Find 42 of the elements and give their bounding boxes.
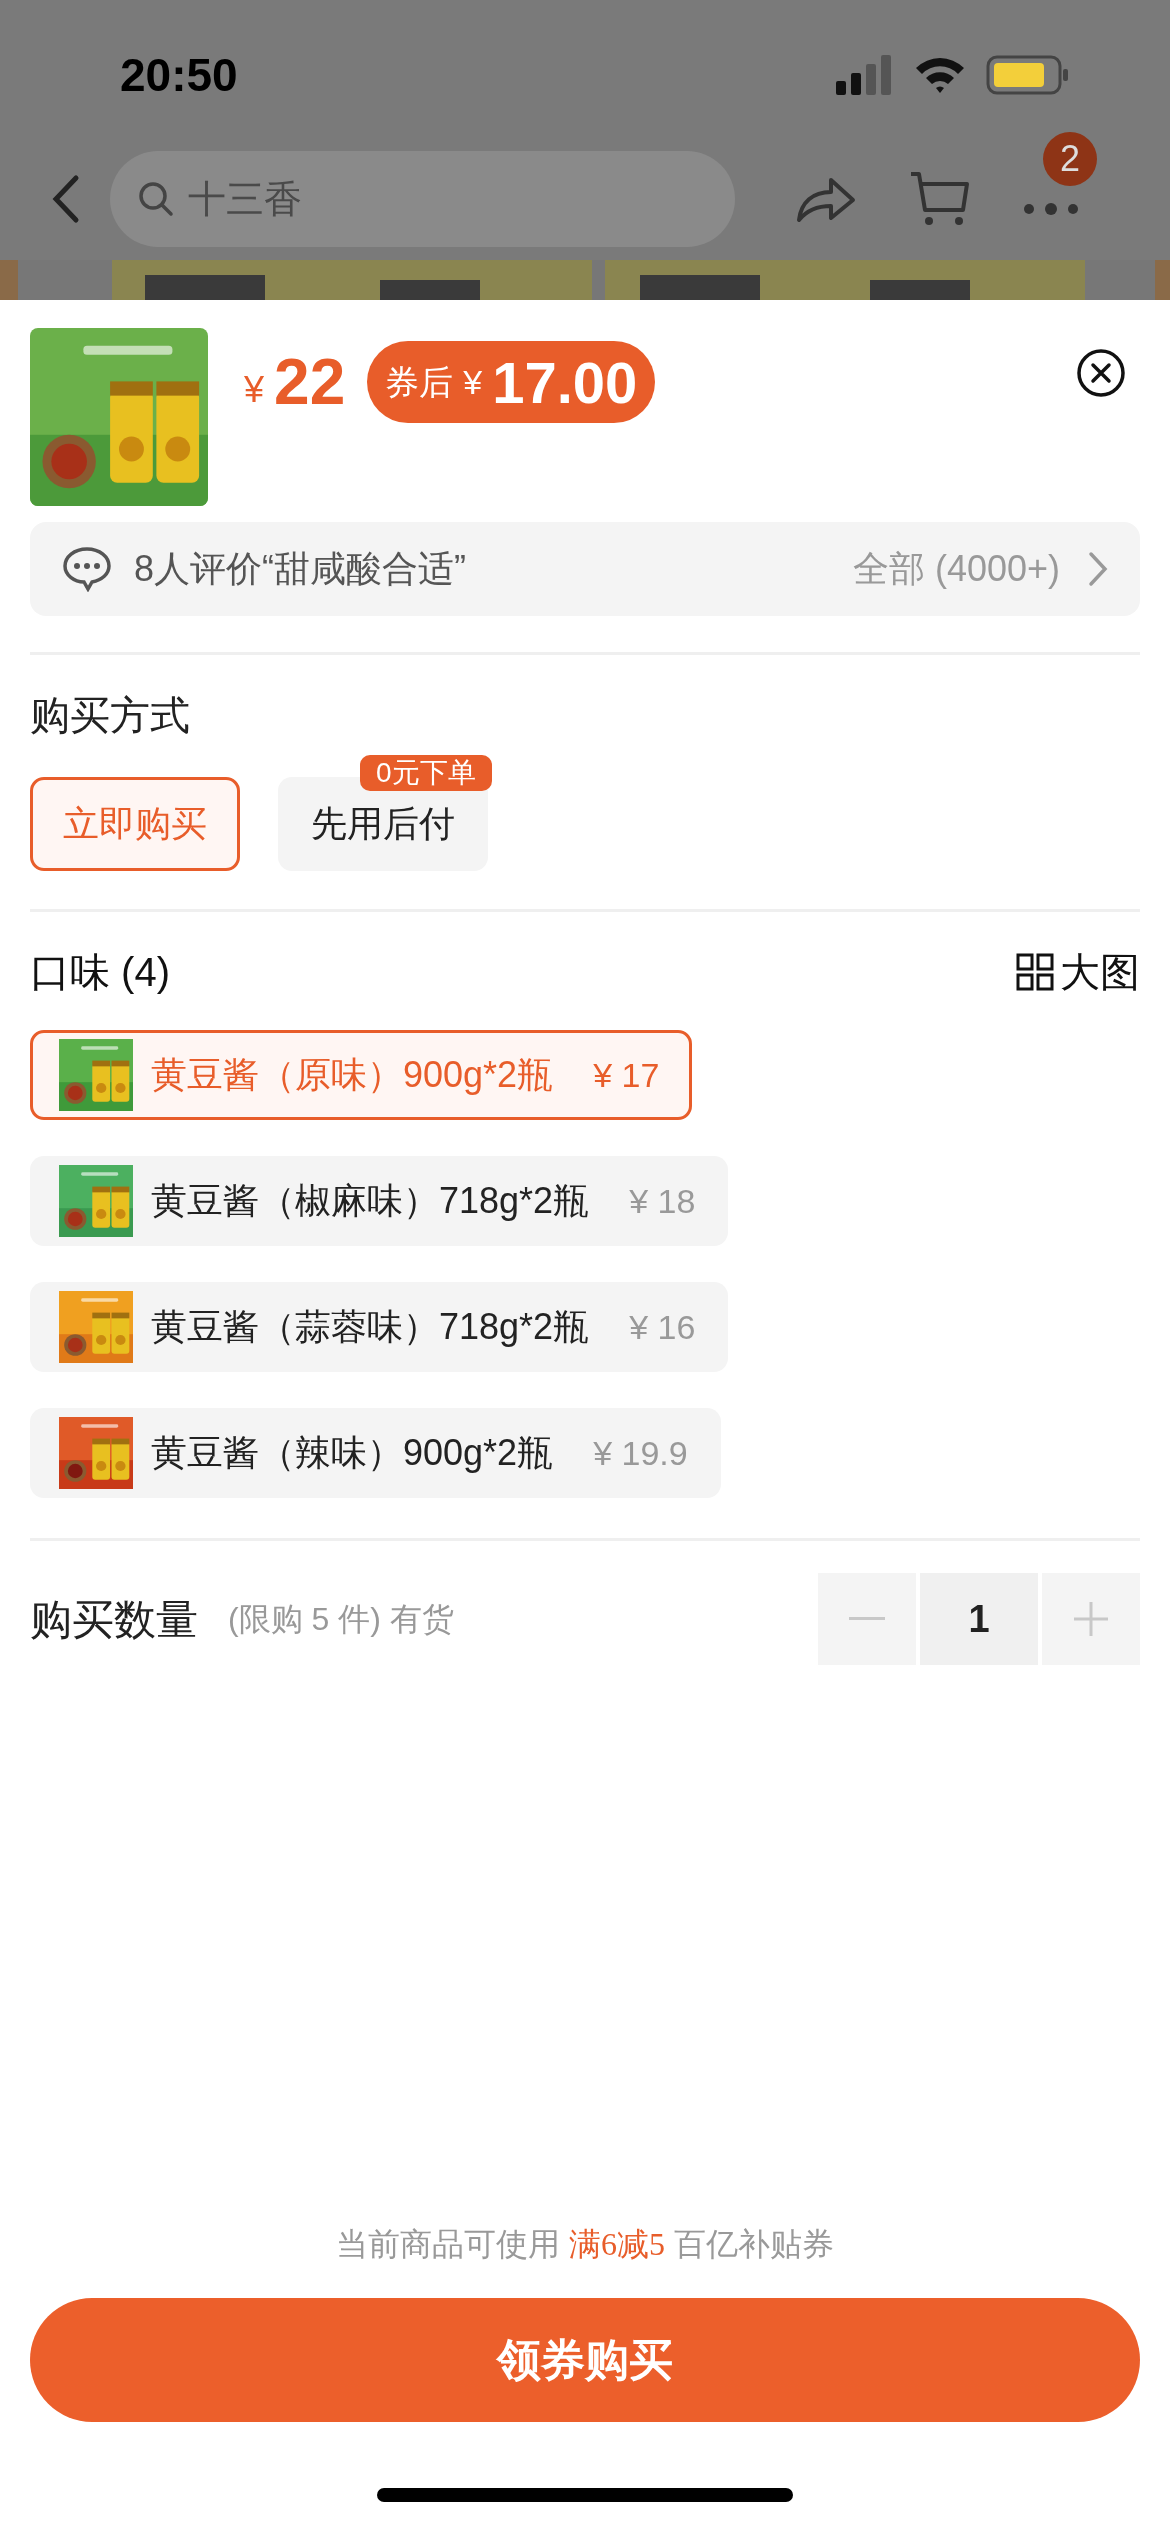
plus-icon [1074, 1602, 1108, 1636]
flavor-label: 黄豆酱（原味）900g*2瓶 [151, 1053, 554, 1097]
flavor-label: 黄豆酱（椒麻味）718g*2瓶 [151, 1179, 590, 1223]
quantity-note: (限购 5 件) 有货 [228, 1600, 454, 1639]
flavor-price: ¥ 18 [629, 1180, 696, 1222]
promo-tag: 0元下单 [360, 755, 492, 791]
cart-icon[interactable] [909, 170, 971, 228]
coupon-note: 当前商品可使用 满6减5 百亿补贴券 [336, 2225, 834, 2264]
price-symbol: ¥ [244, 368, 265, 412]
section-title: 口味 (4) [30, 949, 170, 996]
section-title: 购买方式 [30, 692, 191, 739]
flavor-price: ¥ 17 [593, 1054, 660, 1096]
back-icon[interactable] [50, 174, 80, 224]
coupon-symbol: ¥ [463, 361, 483, 403]
search-field[interactable]: 十三香 [110, 151, 735, 247]
flavor-option[interactable]: 黄豆酱（椒麻味）718g*2瓶 ¥ 18 [30, 1156, 729, 1246]
price: 22 [274, 345, 346, 420]
notification-badge: 2 [1043, 132, 1097, 186]
quantity-value[interactable]: 1 [920, 1573, 1038, 1665]
coupon-label: 券后 [385, 361, 454, 403]
flavor-option[interactable]: 黄豆酱（辣味）900g*2瓶 ¥ 19.9 [30, 1408, 721, 1498]
battery-icon [986, 55, 1070, 95]
flavor-label: 黄豆酱（辣味）900g*2瓶 [151, 1431, 554, 1475]
large-image-toggle[interactable]: 大图 [1060, 942, 1140, 1002]
flavor-price: ¥ 16 [629, 1306, 696, 1348]
status-time: 20:50 [120, 47, 238, 103]
comment-icon [62, 546, 112, 592]
coupon-price: 17.00 [492, 348, 638, 417]
flavor-label: 黄豆酱（蒜蓉味）718g*2瓶 [151, 1305, 590, 1349]
flavor-price: ¥ 19.9 [593, 1432, 688, 1474]
chevron-right-icon [1088, 551, 1108, 587]
flavor-option[interactable]: 黄豆酱（蒜蓉味）718g*2瓶 ¥ 16 [30, 1282, 729, 1372]
close-icon[interactable] [1076, 348, 1126, 398]
review-bar[interactable]: 8人评价“甜咸酸合适” 全部 (4000+) [30, 522, 1140, 616]
wifi-icon [914, 55, 966, 95]
search-icon [138, 181, 174, 217]
grid-icon [1016, 953, 1054, 991]
signal-icon [836, 55, 894, 95]
section-title: 购买数量 [30, 1594, 198, 1645]
more-icon[interactable] [1023, 202, 1079, 216]
review-summary: 8人评价“甜咸酸合适” [134, 547, 466, 591]
minus-icon [849, 1617, 885, 1621]
